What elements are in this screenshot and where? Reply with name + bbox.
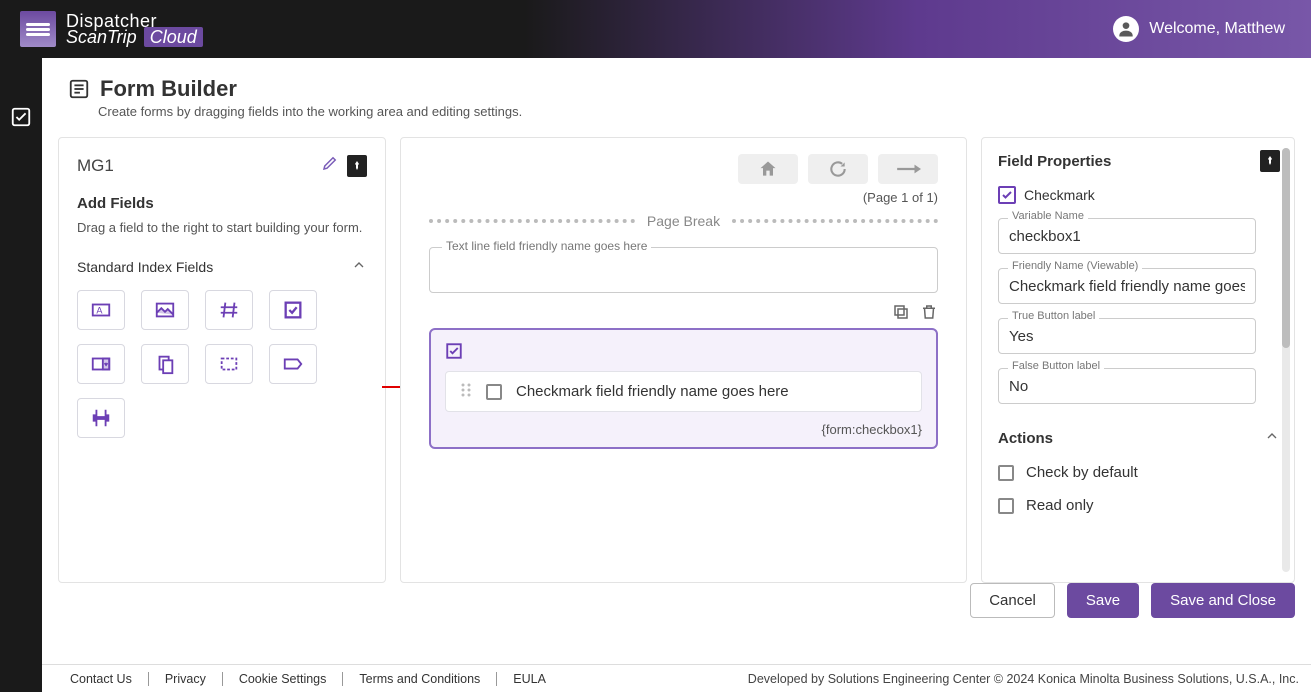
welcome-text: Welcome, Matthew [1149, 20, 1285, 38]
friendly-name-label: Friendly Name (Viewable) [1008, 260, 1142, 272]
delete-field-icon[interactable] [920, 303, 938, 324]
form-name: MG1 [77, 156, 114, 176]
page-subtitle: Create forms by dragging fields into the… [98, 104, 1285, 119]
collapse-actions-icon[interactable] [1264, 428, 1280, 448]
pin-icon[interactable] [347, 155, 367, 177]
check-by-default-label: Check by default [1026, 464, 1138, 481]
false-button-label: False Button label [1008, 360, 1104, 372]
page-break-label: Page Break [647, 213, 720, 229]
page-indicator: (Page 1 of 1) [429, 190, 938, 205]
footer: Contact Us Privacy Cookie Settings Terms… [42, 664, 1311, 692]
checkmark-field-tile[interactable] [269, 290, 317, 330]
read-only-checkbox[interactable] [998, 498, 1014, 514]
check-by-default-checkbox[interactable] [998, 465, 1014, 481]
footer-link-cookies[interactable]: Cookie Settings [223, 672, 344, 686]
edit-form-name-icon[interactable] [321, 154, 339, 177]
footer-link-contact[interactable]: Contact Us [54, 672, 149, 686]
actions-title: Actions [998, 430, 1053, 447]
fields-panel: MG1 Add Fields Drag a field to the right… [58, 137, 386, 583]
save-button[interactable]: Save [1067, 583, 1139, 618]
area-field-tile[interactable] [205, 344, 253, 384]
brand-line2: ScanTrip [66, 27, 137, 47]
canvas-panel: (Page 1 of 1) Page Break Text line field… [400, 137, 967, 583]
footer-copyright: Developed by Solutions Engineering Cente… [748, 672, 1299, 686]
main-content: Form Builder Create forms by dragging fi… [42, 58, 1311, 664]
text-field-tile[interactable]: A [77, 290, 125, 330]
refresh-button[interactable] [808, 154, 868, 184]
image-field-tile[interactable] [141, 290, 189, 330]
paste-field-tile[interactable] [141, 344, 189, 384]
logo: Dispatcher ScanTrip Cloud [20, 11, 203, 47]
tag-field-tile[interactable] [269, 344, 317, 384]
friendly-name-input[interactable] [998, 268, 1256, 304]
avatar-icon [1113, 16, 1139, 42]
svg-text:A: A [96, 306, 103, 316]
variable-name-label: Variable Name [1008, 210, 1088, 222]
footer-link-privacy[interactable]: Privacy [149, 672, 223, 686]
drag-handle-icon[interactable] [460, 382, 472, 401]
checkmark-field-selected[interactable]: Checkmark field friendly name goes here … [429, 328, 938, 449]
logo-icon [20, 11, 56, 47]
properties-scrollbar[interactable] [1282, 148, 1290, 572]
add-fields-hint: Drag a field to the right to start build… [77, 220, 367, 235]
copy-field-icon[interactable] [892, 303, 910, 324]
variable-name-input[interactable] [998, 218, 1256, 254]
dropdown-field-tile[interactable] [77, 344, 125, 384]
forms-nav-icon[interactable] [10, 106, 32, 128]
brand-badge: Cloud [144, 27, 203, 47]
cancel-button[interactable]: Cancel [970, 583, 1055, 618]
home-button[interactable] [738, 154, 798, 184]
checkmark-field-label: Checkmark field friendly name goes here [516, 383, 789, 400]
text-field-label: Text line field friendly name goes here [442, 239, 651, 253]
checkmark-type-icon [445, 347, 463, 363]
pagebreak-field-tile[interactable] [77, 398, 125, 438]
save-and-close-button[interactable]: Save and Close [1151, 583, 1295, 618]
read-only-label: Read only [1026, 497, 1094, 514]
properties-pin-icon[interactable] [1260, 150, 1280, 172]
footer-link-terms[interactable]: Terms and Conditions [343, 672, 497, 686]
number-field-tile[interactable] [205, 290, 253, 330]
footer-link-eula[interactable]: EULA [497, 672, 562, 686]
field-type-icon [998, 186, 1016, 204]
add-fields-title: Add Fields [77, 195, 367, 212]
checkmark-variable-ref: {form:checkbox1} [445, 422, 922, 437]
field-type-label: Checkmark [1024, 187, 1095, 203]
page-title: Form Builder [68, 76, 1285, 102]
page-break-divider: Page Break [429, 213, 938, 229]
false-button-input[interactable] [998, 368, 1256, 404]
properties-title: Field Properties [998, 153, 1111, 170]
text-line-field[interactable]: Text line field friendly name goes here [429, 247, 938, 293]
properties-panel: Field Properties Checkmark Variable Name… [981, 137, 1295, 583]
user-area[interactable]: Welcome, Matthew [1113, 16, 1285, 42]
left-nav-rail [0, 58, 42, 664]
standard-fields-group-title: Standard Index Fields [77, 259, 213, 275]
collapse-group-icon[interactable] [351, 257, 367, 276]
form-builder-icon [68, 78, 90, 100]
true-button-input[interactable] [998, 318, 1256, 354]
next-button[interactable] [878, 154, 938, 184]
app-header: Dispatcher ScanTrip Cloud Welcome, Matth… [0, 0, 1311, 58]
true-button-label: True Button label [1008, 310, 1099, 322]
checkbox-icon[interactable] [486, 384, 502, 400]
